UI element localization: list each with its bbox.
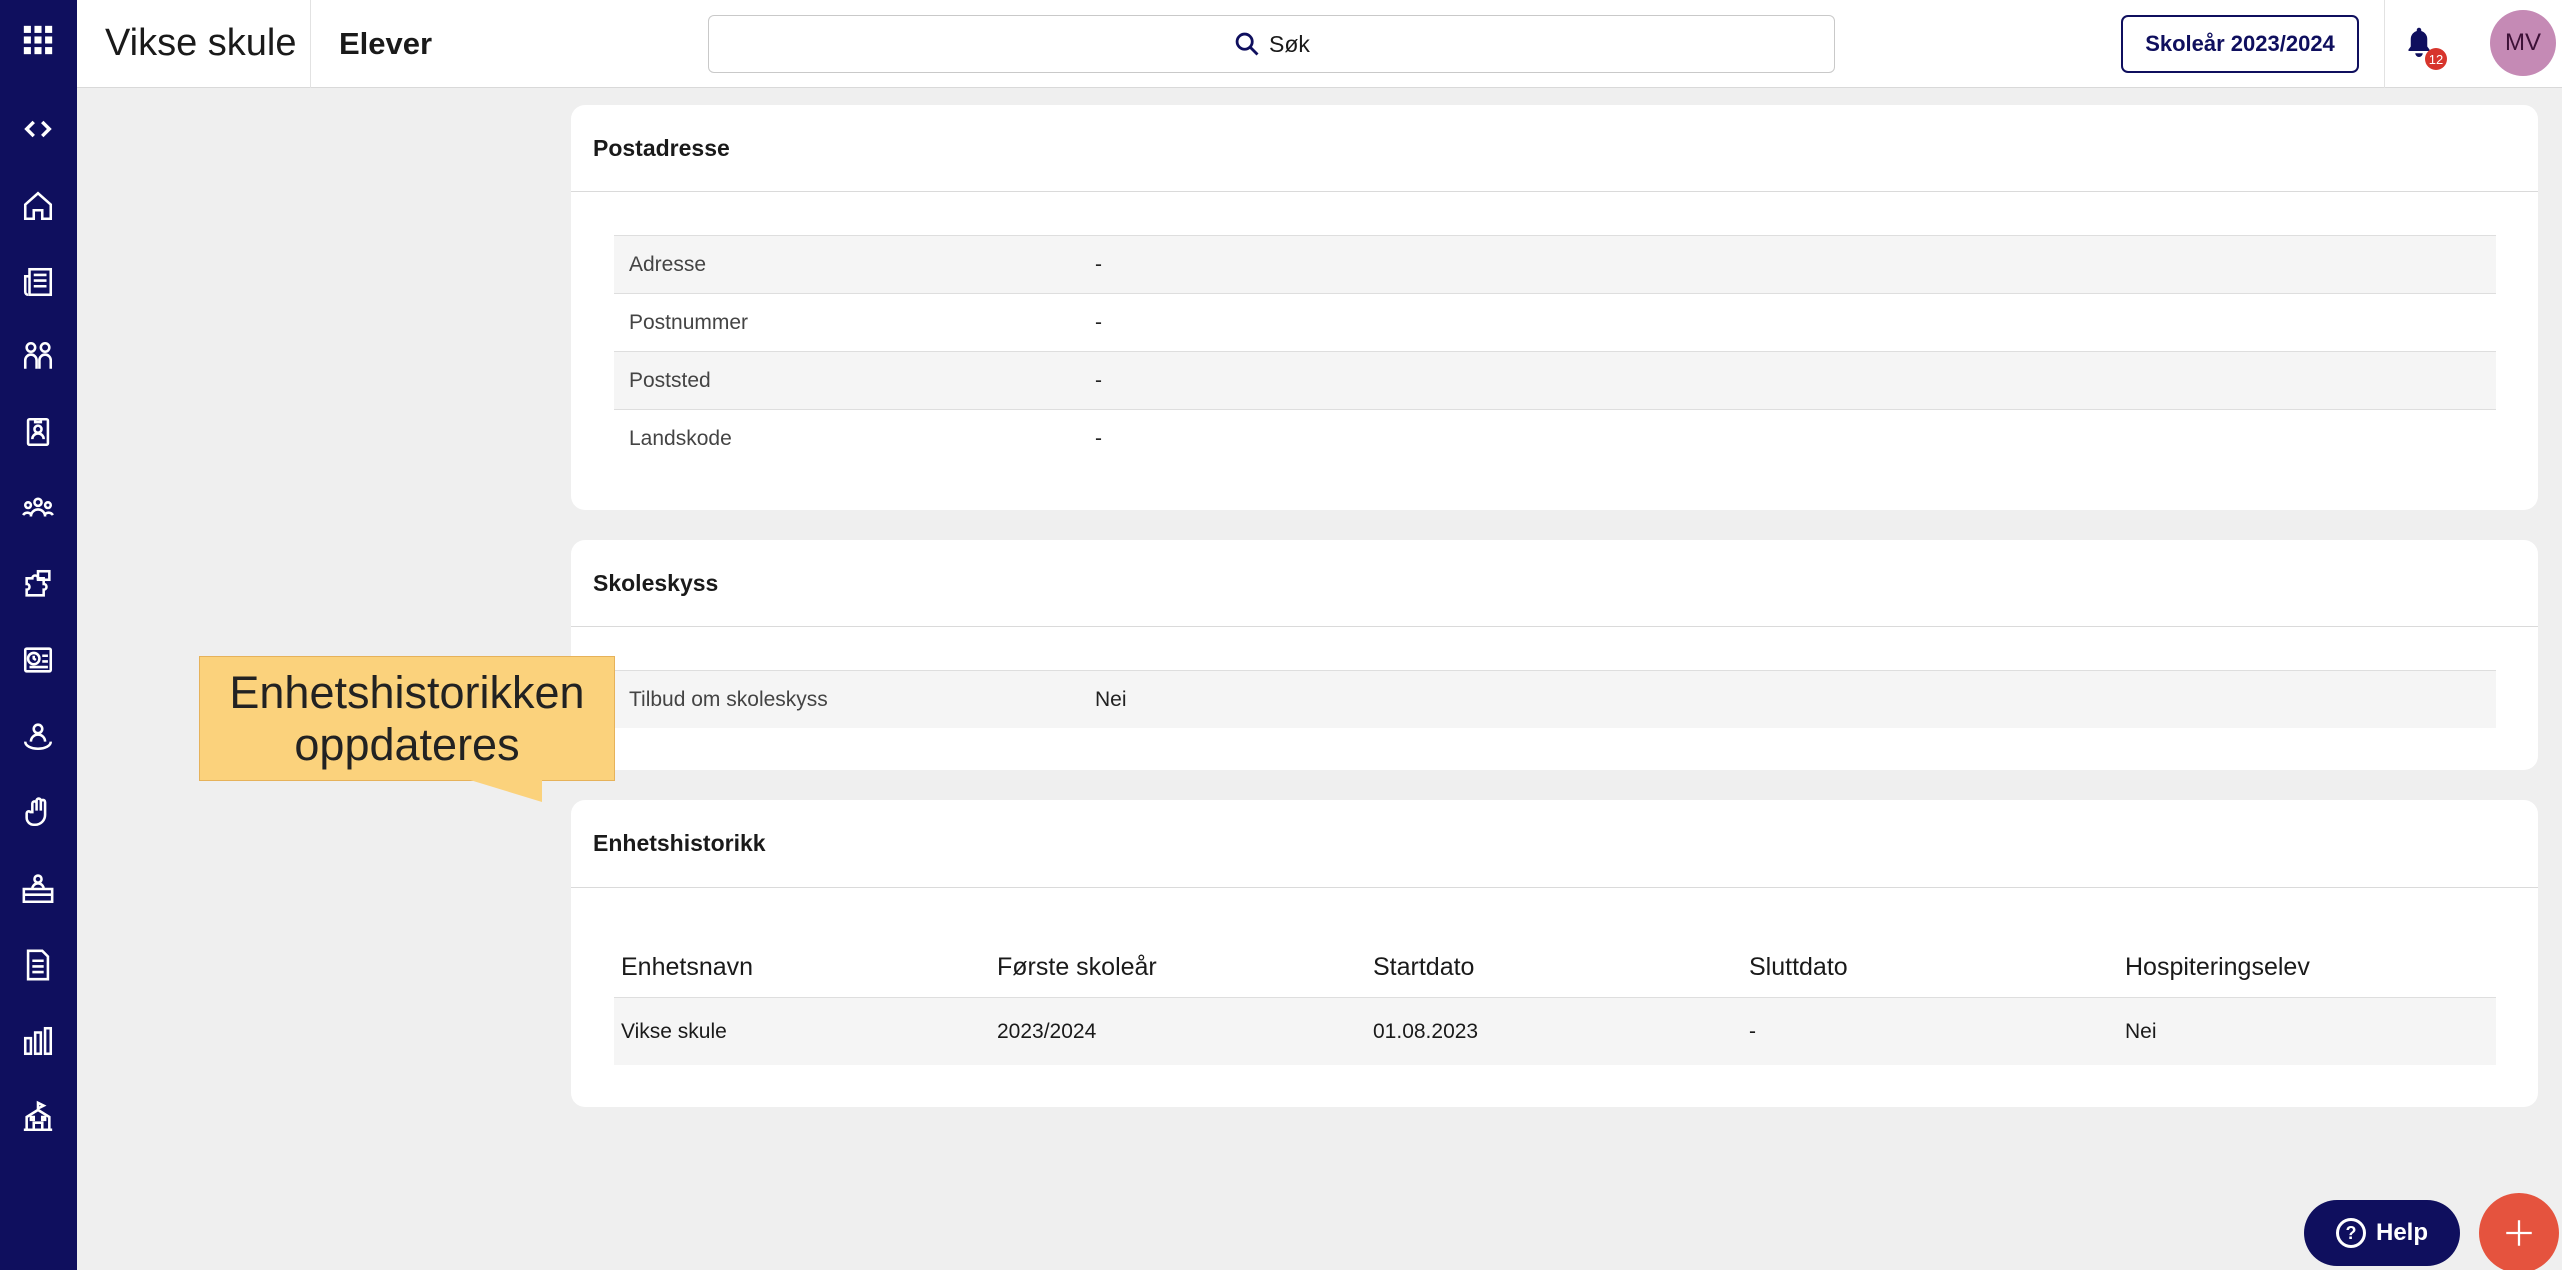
cell: Nei — [2125, 1020, 2157, 1043]
top-bar: Vikse skule Elever Søk Skoleår 2023/2024… — [77, 0, 2562, 88]
row-value: Nei — [1095, 688, 1127, 711]
cell: Vikse skule — [621, 1020, 727, 1043]
collapse-toggle-icon[interactable] — [20, 111, 56, 147]
column-header[interactable]: Sluttdato — [1749, 953, 1848, 982]
column-header[interactable]: Startdato — [1373, 953, 1474, 982]
divider — [571, 191, 2538, 192]
row-value: - — [1095, 369, 1102, 392]
row-label: Tilbud om skoleskyss — [629, 688, 828, 711]
table-row: Tilbud om skoleskyss Nei — [614, 670, 2496, 728]
desk-icon[interactable] — [20, 871, 56, 907]
apps-grid-icon[interactable] — [20, 22, 56, 58]
skoleskyss-card: Skoleskyss Tilbud om skoleskyss Nei — [571, 540, 2538, 770]
help-button[interactable]: ? Help — [2304, 1200, 2460, 1266]
help-icon: ? — [2335, 1218, 2366, 1248]
chart-icon[interactable] — [20, 1023, 56, 1059]
card-title: Postadresse — [593, 135, 730, 161]
table-row: Adresse - — [614, 235, 2496, 293]
column-header[interactable]: Hospiteringselev — [2125, 953, 2310, 982]
school-icon[interactable] — [20, 1099, 56, 1135]
postadresse-card: Postadresse Adresse - Postnummer - Posts… — [571, 105, 2538, 510]
school-year-button[interactable]: Skoleår 2023/2024 — [2121, 15, 2359, 73]
row-value: - — [1095, 311, 1102, 334]
enhetshistorikk-card: Enhetshistorikk Enhetsnavn Første skoleå… — [571, 800, 2538, 1107]
row-label: Postnummer — [629, 311, 749, 334]
row-label: Landskode — [629, 427, 732, 450]
cell: 01.08.2023 — [1373, 1020, 1479, 1043]
groups-icon[interactable] — [20, 490, 56, 526]
plus-icon — [2506, 1220, 2532, 1246]
row-value: - — [1095, 427, 1102, 450]
avatar[interactable]: MV — [2490, 10, 2556, 76]
table-row: Postnummer - — [614, 293, 2496, 351]
person-circle-icon[interactable] — [20, 718, 56, 754]
divider — [2384, 0, 2385, 88]
table-header: Enhetsnavn Første skoleår Startdato Slut… — [614, 935, 2496, 997]
row-label: Poststed — [629, 369, 711, 392]
schedule-icon[interactable] — [20, 642, 56, 678]
page-title: Elever — [339, 26, 433, 61]
divider — [310, 0, 311, 88]
search-label: Søk — [1269, 30, 1310, 57]
news-icon[interactable] — [20, 264, 56, 300]
cell: - — [1749, 1020, 1756, 1043]
card-title: Skoleskyss — [593, 570, 719, 596]
badge-icon[interactable] — [20, 414, 56, 450]
search-input[interactable]: Søk — [708, 15, 1835, 73]
app-title[interactable]: Vikse skule — [105, 22, 297, 65]
table-row: Poststed - — [614, 351, 2496, 409]
search-icon — [1235, 32, 1259, 56]
home-icon[interactable] — [20, 188, 56, 224]
card-title: Enhetshistorikk — [593, 830, 766, 856]
sidebar — [0, 0, 77, 1270]
document-icon[interactable] — [20, 947, 56, 983]
table-row: Landskode - — [614, 409, 2496, 467]
divider — [571, 887, 2538, 888]
notification-badge: 12 — [2425, 48, 2447, 70]
column-header[interactable]: Enhetsnavn — [621, 953, 753, 982]
help-label: Help — [2375, 1219, 2428, 1246]
divider — [571, 626, 2538, 627]
callout-line: oppdateres — [294, 719, 520, 770]
tooltip-callout: Enhetshistorikken oppdateres — [199, 656, 615, 781]
callout-line: Enhetshistorikken — [229, 667, 585, 718]
cell: 2023/2024 — [997, 1020, 1097, 1043]
row-value: - — [1095, 253, 1102, 276]
table-row[interactable]: Vikse skule 2023/2024 01.08.2023 - Nei — [614, 997, 2496, 1065]
row-label: Adresse — [629, 253, 707, 276]
hand-icon[interactable] — [20, 794, 56, 830]
add-button[interactable] — [2479, 1193, 2559, 1270]
column-header[interactable]: Første skoleår — [997, 953, 1157, 982]
puzzle-icon[interactable] — [20, 566, 56, 602]
callout-pointer — [470, 780, 542, 802]
students-icon[interactable] — [20, 338, 56, 374]
